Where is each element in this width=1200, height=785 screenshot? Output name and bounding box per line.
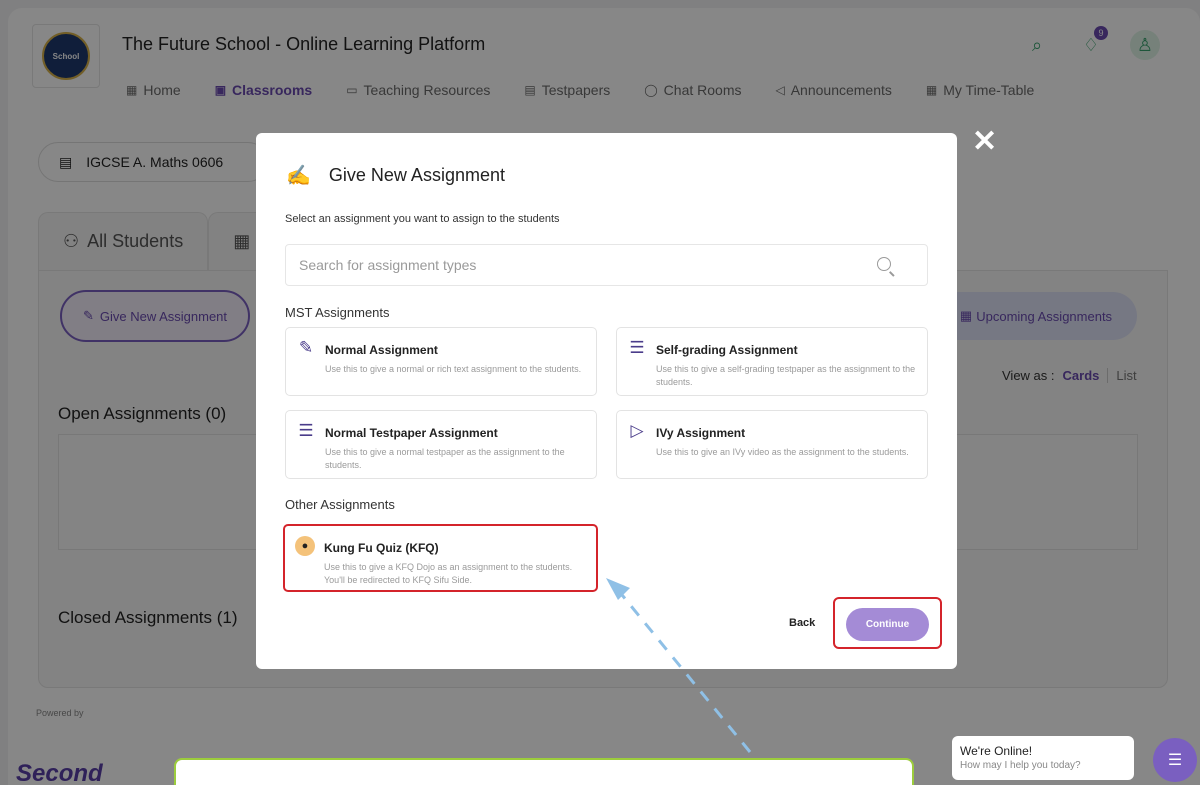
card-title: Self-grading Assignment (656, 343, 798, 357)
card-ivy-assignment[interactable]: ▷ IVy Assignment Use this to give an IVy… (616, 410, 928, 479)
card-normal-assignment[interactable]: ✎ Normal Assignment Use this to give a n… (285, 327, 597, 396)
continue-button[interactable]: Continue (846, 608, 929, 641)
search-icon[interactable] (877, 257, 891, 271)
tutorial-tip-box (174, 758, 914, 785)
card-kung-fu-quiz[interactable]: ● Kung Fu Quiz (KFQ) Use this to give a … (283, 524, 598, 592)
card-title: IVy Assignment (656, 426, 746, 440)
close-icon[interactable]: ✕ (972, 127, 997, 157)
assignment-search-input[interactable] (299, 257, 889, 273)
card-desc: Use this to give an IVy video as the ass… (656, 447, 909, 457)
continue-highlight: Continue (833, 597, 942, 649)
pen-nib-icon: ✍ (286, 165, 311, 187)
panda-icon: ● (295, 536, 315, 556)
card-self-grading-assignment[interactable]: ☰ Self-grading Assignment Use this to gi… (616, 327, 928, 396)
card-title: Normal Assignment (325, 343, 438, 357)
card-title: Normal Testpaper Assignment (325, 426, 498, 440)
group-mst-label: MST Assignments (285, 305, 390, 320)
self-grading-icon: ☰ (629, 338, 645, 357)
testpaper-icon: ☰ (298, 421, 314, 440)
card-desc: Use this to give a normal testpaper as t… (325, 447, 565, 470)
modal-title: Give New Assignment (328, 165, 505, 185)
group-other-label: Other Assignments (285, 497, 395, 512)
chat-heading: We're Online! (960, 744, 1033, 758)
card-desc: Use this to give a normal or rich text a… (325, 364, 582, 374)
card-normal-testpaper-assignment[interactable]: ☰ Normal Testpaper Assignment Use this t… (285, 410, 597, 479)
modal-subtitle: Select an assignment you want to assign … (285, 213, 560, 225)
card-desc: Use this to give a self-grading testpape… (656, 364, 916, 387)
chat-subtext: How may I help you today? (960, 760, 1081, 771)
card-desc: Use this to give a KFQ Dojo as an assign… (324, 562, 573, 585)
edit-doc-icon: ✎ (298, 338, 314, 357)
assignment-search (285, 244, 928, 286)
card-title: Kung Fu Quiz (KFQ) (324, 541, 439, 555)
chat-prompt[interactable]: We're Online! How may I help you today? (952, 736, 1134, 780)
give-assignment-modal: ✍ Give New Assignment Select an assignme… (256, 133, 957, 669)
chat-launcher-icon[interactable]: ☰ (1153, 738, 1197, 782)
back-button[interactable]: Back (789, 617, 815, 629)
video-icon: ▷ (630, 421, 644, 440)
modal-header: ✍ Give New Assignment (286, 163, 505, 188)
